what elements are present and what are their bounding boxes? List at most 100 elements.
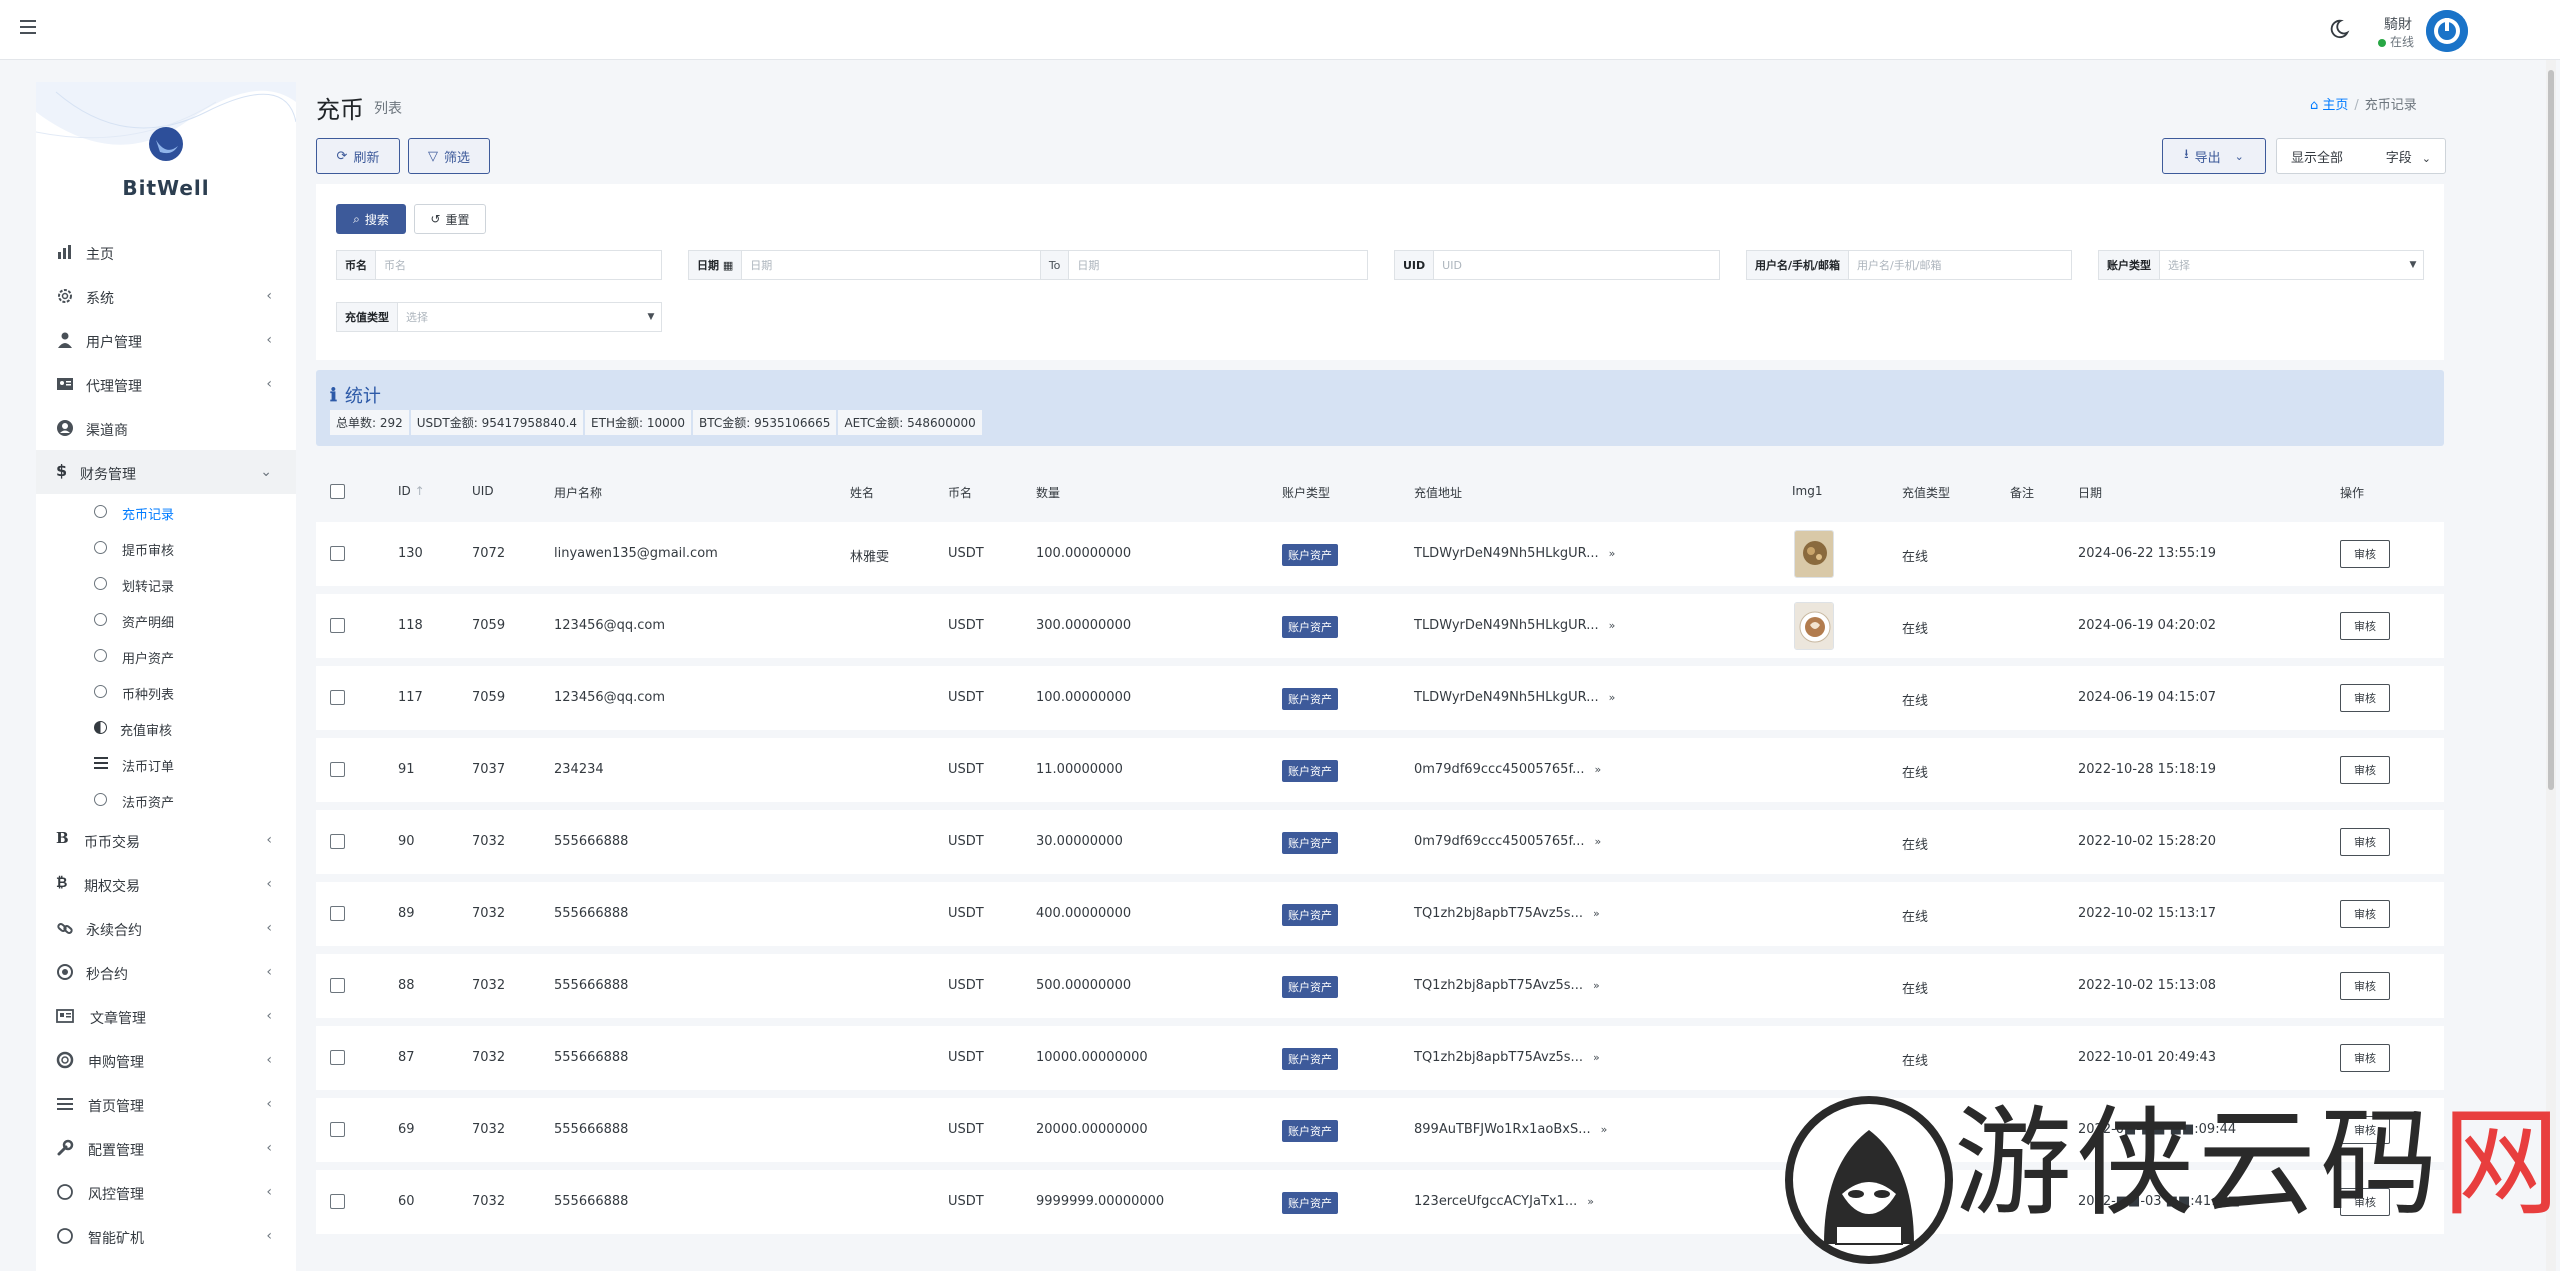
row-checkbox[interactable]: [330, 1194, 345, 1209]
vertical-scrollbar[interactable]: [2546, 60, 2556, 1271]
row-checkbox[interactable]: [330, 978, 345, 993]
sidebar-item-users[interactable]: 用户管理 ‹: [36, 318, 296, 362]
sidebar-subitem-withdraw-review[interactable]: 提币审核: [36, 530, 296, 566]
row-checkbox[interactable]: [330, 546, 345, 561]
th-recharge-type: 充值类型: [1902, 486, 1951, 500]
audit-button[interactable]: 审核: [2340, 900, 2390, 928]
sidebar-subitem-recharge-review[interactable]: 充值审核: [36, 710, 296, 746]
uid-filter-input[interactable]: UID: [1434, 251, 1719, 279]
sidebar-item-agents[interactable]: 代理管理 ‹: [36, 362, 296, 406]
sidebar-subitem-fiat-assets[interactable]: 法币资产: [36, 782, 296, 818]
coin-filter-input[interactable]: 币名: [376, 251, 661, 279]
sidebar-item-channels[interactable]: 渠道商: [36, 406, 296, 450]
row-checkbox[interactable]: [330, 618, 345, 633]
audit-button[interactable]: 审核: [2340, 1044, 2390, 1072]
select-all-checkbox[interactable]: [330, 484, 345, 499]
audit-button[interactable]: 审核: [2340, 756, 2390, 784]
avatar[interactable]: [2426, 10, 2468, 52]
audit-button[interactable]: 审核: [2340, 684, 2390, 712]
expand-icon[interactable]: »: [1593, 979, 1600, 992]
expand-icon[interactable]: »: [1609, 619, 1616, 632]
sidebar-item-config[interactable]: 配置管理 ‹: [36, 1126, 296, 1170]
sidebar-subitem-fiat-orders[interactable]: 法币订单: [36, 746, 296, 782]
sidebar-item-subscription[interactable]: 申购管理 ‹: [36, 1038, 296, 1082]
table-header: ID ↑ UID 用户名称 姓名 币名 数量 账户类型 充值地址 Img1 充值…: [316, 472, 2444, 512]
sidebar-subitem-transfer-records[interactable]: 划转记录: [36, 566, 296, 602]
sidebar-item-home[interactable]: 主页: [36, 230, 296, 274]
chevron-left-icon: ‹: [266, 964, 272, 980]
export-button[interactable]: ⭳ 导出 ⌄: [2162, 138, 2266, 174]
column-toggle-dropdown[interactable]: 显示全部 字段 ⌄: [2276, 138, 2446, 174]
sidebar-item-spot-trading[interactable]: B 币币交易 ‹: [36, 818, 296, 862]
expand-icon[interactable]: »: [1601, 1123, 1608, 1136]
row-checkbox[interactable]: [330, 834, 345, 849]
user-filter-input[interactable]: 用户名/手机/邮箱: [1849, 251, 2071, 279]
audit-button[interactable]: 审核: [2340, 1116, 2390, 1144]
filter-icon: ▽: [427, 148, 438, 164]
sidebar-item-risk-control[interactable]: 风控管理 ‹: [36, 1170, 296, 1214]
row-checkbox[interactable]: [330, 906, 345, 921]
cell-uid: 7059: [472, 690, 506, 705]
sidebar-item-label: 财务管理: [80, 467, 136, 483]
audit-button[interactable]: 审核: [2340, 972, 2390, 1000]
sidebar-item-finance[interactable]: $ 财务管理 ⌄: [36, 450, 296, 494]
row-checkbox[interactable]: [330, 1122, 345, 1137]
sidebar-subitem-asset-details[interactable]: 资产明细: [36, 602, 296, 638]
recharge-type-select[interactable]: 选择: [398, 303, 641, 331]
bitwell-logo-icon: [148, 126, 184, 162]
expand-icon[interactable]: »: [1609, 691, 1616, 704]
row-image-thumbnail[interactable]: [1794, 602, 1834, 650]
th-id-label: ID: [398, 484, 411, 498]
search-button[interactable]: ⌕ 搜索: [336, 204, 406, 234]
cell-coin: USDT: [948, 978, 984, 993]
audit-button[interactable]: 审核: [2340, 828, 2390, 856]
sidebar-subitem-coin-list[interactable]: 币种列表: [36, 674, 296, 710]
sidebar-item-perpetual[interactable]: 永续合约 ‹: [36, 906, 296, 950]
filter-button[interactable]: ▽ 筛选: [408, 138, 490, 174]
audit-button[interactable]: 审核: [2340, 612, 2390, 640]
id-card-icon: [57, 378, 73, 390]
cell-username: 123456@qq.com: [554, 618, 666, 633]
filter-panel: ⌕ 搜索 ↺ 重置 币名 币名 日期 ▦ 日期 To 日期 UID UID 用户名/…: [316, 184, 2444, 360]
audit-button[interactable]: 审核: [2340, 1188, 2390, 1216]
row-checkbox[interactable]: [330, 762, 345, 777]
sidebar-subitem-recharge-records[interactable]: 充币记录: [36, 494, 296, 530]
row-checkbox[interactable]: [330, 690, 345, 705]
address-text: TLDWyrDeN49Nh5HLkgUR...: [1414, 618, 1599, 633]
export-label: 导出: [2194, 150, 2221, 166]
expand-icon[interactable]: »: [1609, 547, 1616, 560]
dark-mode-icon[interactable]: [2328, 18, 2350, 40]
expand-icon[interactable]: »: [1595, 835, 1602, 848]
expand-icon[interactable]: »: [1595, 763, 1602, 776]
row-image-thumbnail[interactable]: [1794, 530, 1834, 578]
sidebar-item-second-contract[interactable]: 秒合约 ‹: [36, 950, 296, 994]
row-checkbox[interactable]: [330, 1050, 345, 1065]
sidebar-subitem-user-assets[interactable]: 用户资产: [36, 638, 296, 674]
date-to-input[interactable]: 日期: [1069, 251, 1367, 279]
expand-icon[interactable]: »: [1593, 1051, 1600, 1064]
sidebar-item-articles[interactable]: 文章管理 ‹: [36, 994, 296, 1038]
expand-icon[interactable]: »: [1587, 1195, 1594, 1208]
sidebar-item-options[interactable]: ₿ 期权交易 ‹: [36, 862, 296, 906]
bitcoin-icon: ₿: [56, 875, 68, 891]
sidebar-item-homepage[interactable]: 首页管理 ‹: [36, 1082, 296, 1126]
chevron-down-icon: ⌄: [2234, 149, 2244, 163]
expand-icon[interactable]: »: [1593, 907, 1600, 920]
date-from-input[interactable]: 日期: [742, 251, 1040, 279]
sidebar-item-mining[interactable]: 智能矿机 ‹: [36, 1214, 296, 1258]
menu-toggle-icon[interactable]: [20, 20, 36, 34]
reset-button[interactable]: ↺ 重置: [414, 204, 486, 234]
sidebar-subitem-label: 法币资产: [122, 796, 175, 811]
sidebar-item-system[interactable]: 系统 ‹: [36, 274, 296, 318]
audit-button[interactable]: 审核: [2340, 540, 2390, 568]
breadcrumb-home[interactable]: ⌂ 主页: [2310, 98, 2348, 113]
circle-icon: [57, 1184, 73, 1200]
address-text: TQ1zh2bj8apbT75Avz5s...: [1414, 978, 1583, 993]
address-text: TQ1zh2bj8apbT75Avz5s...: [1414, 1050, 1583, 1065]
scrollbar-thumb[interactable]: [2548, 70, 2554, 790]
th-id[interactable]: ID ↑: [398, 484, 425, 498]
sidebar-item-label: 文章管理: [90, 1011, 146, 1027]
account-type-select[interactable]: 选择: [2160, 251, 2403, 279]
refresh-button[interactable]: ⟳ 刷新: [316, 138, 400, 174]
user-name[interactable]: 騎財: [2384, 14, 2412, 34]
